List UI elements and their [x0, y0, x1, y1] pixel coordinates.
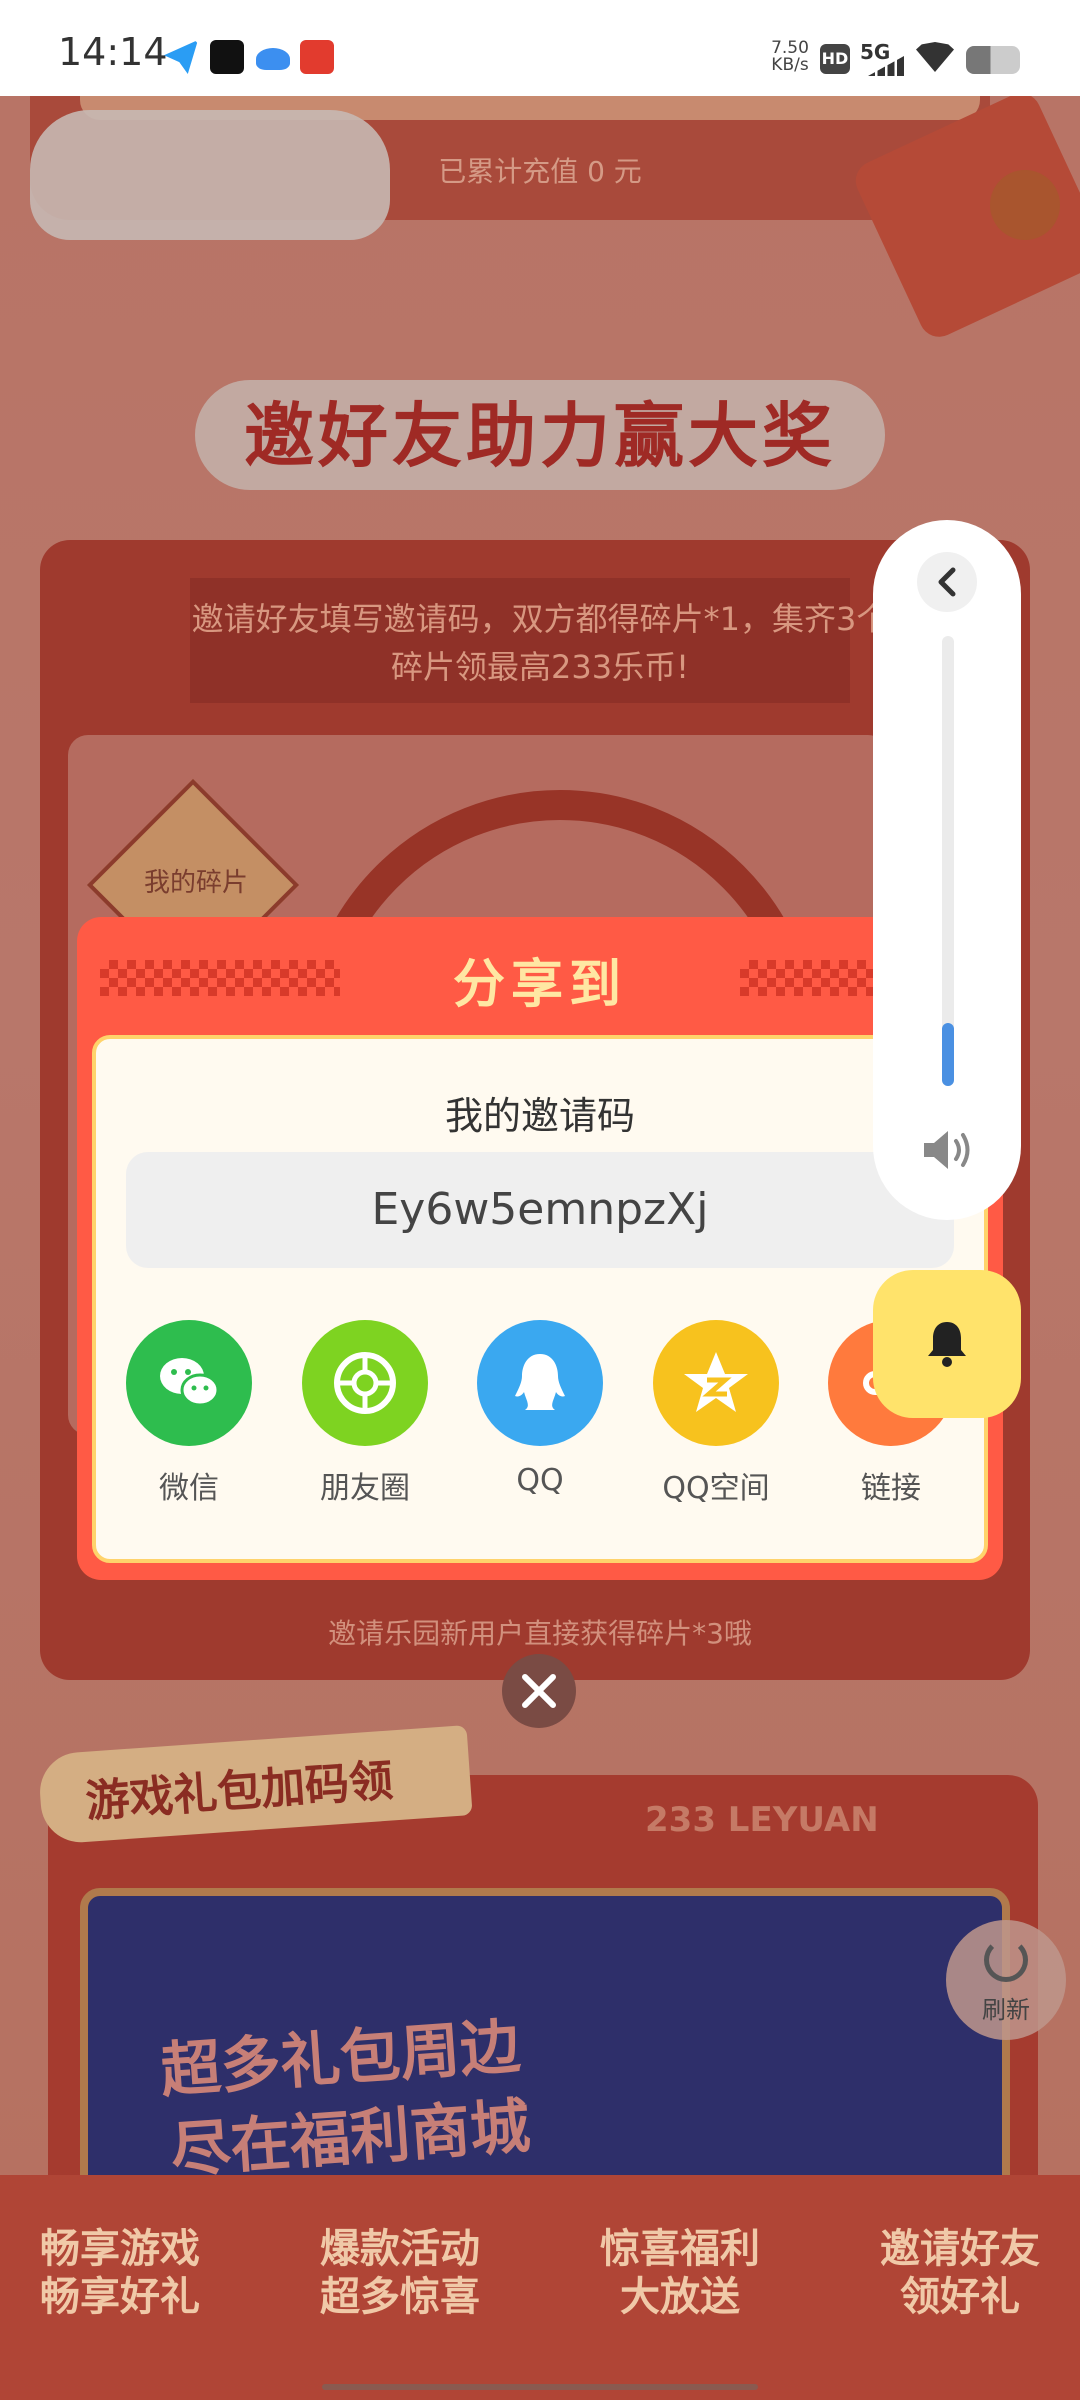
- volume-collapse-button[interactable]: [917, 552, 977, 612]
- bottom-tab-invite[interactable]: 邀请好友 领好礼: [840, 2225, 1080, 2321]
- share-moments-button[interactable]: [302, 1320, 428, 1446]
- share-qzone-label: QQ空间: [662, 1471, 770, 1506]
- tiktok-notification-icon: [210, 40, 244, 74]
- notification-mode-button[interactable]: [873, 1270, 1021, 1418]
- share-qq-button[interactable]: [477, 1320, 603, 1446]
- close-dialog-button[interactable]: [502, 1654, 576, 1728]
- share-moments-label: 朋友圈: [320, 1471, 410, 1506]
- bottom-tab-line2: 畅享好礼: [40, 2274, 200, 2320]
- alipay-notification-icon: [300, 40, 334, 74]
- my-fragments-label: 我的碎片: [143, 868, 248, 898]
- bottom-tab-line2: 领好礼: [900, 2274, 1020, 2320]
- bottom-tab-events[interactable]: 爆款活动 超多惊喜: [280, 2225, 520, 2321]
- bottom-tab-line1: 惊喜福利: [600, 2226, 760, 2272]
- qq-icon: [515, 1354, 565, 1410]
- status-time: 14:14: [58, 30, 168, 74]
- invite-description: 邀请好友填写邀请码，双方都得碎片*1，集齐3个碎片领最高233乐币!: [191, 600, 889, 686]
- coin-decoration: [990, 170, 1060, 240]
- share-qzone-button[interactable]: [653, 1320, 779, 1446]
- invite-section-title: 邀好友助力赢大奖: [244, 395, 836, 477]
- bottom-tab-welfare[interactable]: 惊喜福利 大放送: [560, 2225, 800, 2321]
- speaker-icon[interactable]: [920, 1125, 976, 1175]
- hd-badge: HD: [820, 44, 850, 74]
- telegram-notification-icon: [164, 40, 198, 74]
- moments-icon: [334, 1352, 396, 1414]
- chevron-left-icon: [938, 567, 956, 597]
- refresh-button[interactable]: 刷新: [946, 1920, 1066, 2040]
- battery-icon: [966, 46, 1020, 74]
- bottom-tab-games[interactable]: 畅享游戏 畅享好礼: [0, 2225, 240, 2321]
- bottom-tab-line2: 超多惊喜: [320, 2274, 480, 2320]
- leyuan-logo: 233 LEYUAN: [645, 1800, 879, 1840]
- share-link-label: 链接: [861, 1471, 921, 1506]
- network-type: 5G: [860, 40, 891, 64]
- invite-code[interactable]: Ey6w5emnpzXj: [126, 1184, 954, 1235]
- wechat-icon: [160, 1358, 220, 1407]
- share-qq-label: QQ: [516, 1463, 564, 1498]
- share-wechat-label: 微信: [159, 1471, 219, 1506]
- bottom-tab-line1: 邀请好友: [880, 2226, 1040, 2272]
- home-indicator[interactable]: [322, 2384, 758, 2390]
- refresh-icon: [984, 1938, 1028, 1982]
- volume-slider[interactable]: [942, 636, 954, 1086]
- bottom-tab-line1: 爆款活动: [320, 2226, 480, 2272]
- wifi-icon: [916, 42, 954, 72]
- qzone-icon: [684, 1352, 748, 1412]
- cloud-notification-icon: [256, 48, 290, 70]
- volume-level: [942, 1023, 954, 1086]
- fragment-hint: 邀请乐园新用户直接获得碎片*3哦: [328, 1617, 752, 1650]
- bell-icon: [928, 1322, 966, 1367]
- status-bar: 14:14 7.50 KB/s HD 5G: [0, 0, 1080, 96]
- bottom-tab-line1: 畅享游戏: [40, 2226, 200, 2272]
- refresh-label: 刷新: [982, 1996, 1030, 2024]
- bottom-tab-line2: 大放送: [620, 2274, 740, 2320]
- share-wechat-button[interactable]: [126, 1320, 252, 1446]
- network-speed: 7.50 KB/s: [771, 38, 809, 75]
- close-icon: [522, 1674, 556, 1708]
